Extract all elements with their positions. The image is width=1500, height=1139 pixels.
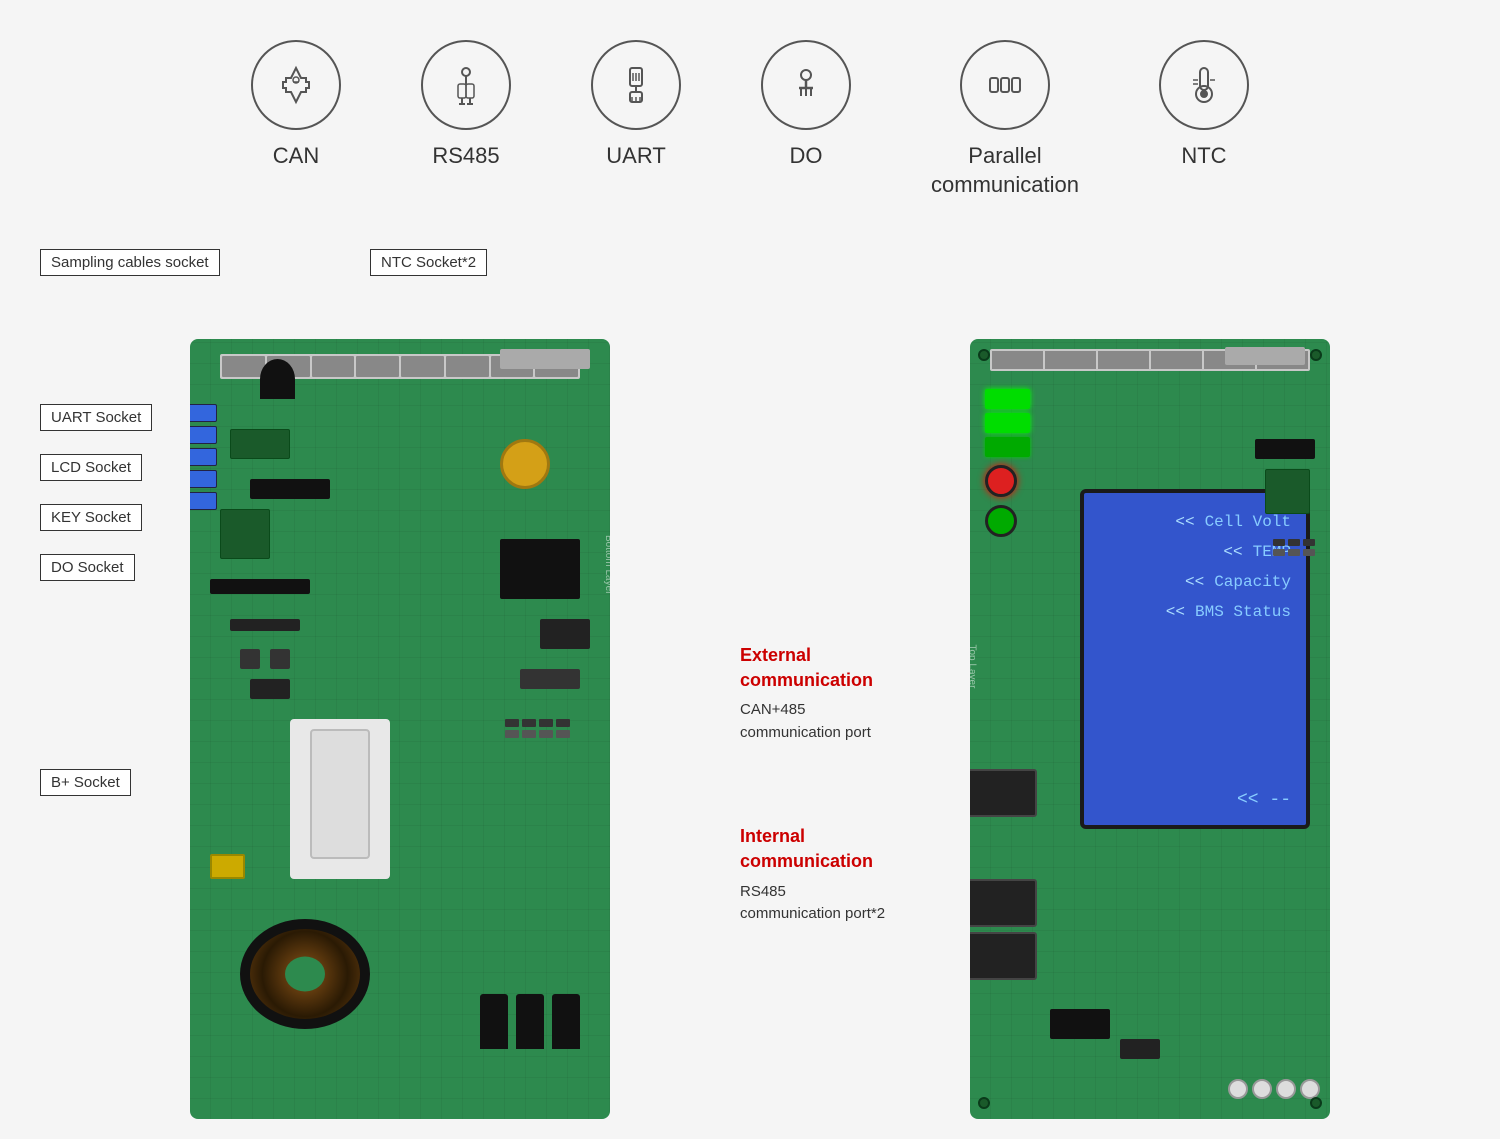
lcd-row-3: << Capacity: [1185, 573, 1291, 591]
sampling-label: Sampling cables socket: [40, 249, 220, 276]
pcb-bottom-caps: [480, 994, 580, 1049]
icon-rs485: RS485: [421, 40, 511, 171]
internal-comm-desc: RS485communication port*2: [740, 881, 940, 926]
internal-comm-label: Internalcommunication RS485communication…: [740, 824, 940, 925]
main-content: Sampling cables socket NTC Socket*2 UART…: [0, 229, 1500, 1139]
right-pcb-ic2: [1265, 469, 1310, 514]
right-pcb-small-comps: [1273, 539, 1315, 556]
ntc-socket-label: NTC Socket*2: [370, 249, 487, 276]
parallel-label: Parallelcommunication: [931, 142, 1079, 199]
can-icon-circle: [251, 40, 341, 130]
right-pcb-board: << Cell Volt << TEMP << Capacity << BMS …: [970, 339, 1330, 1119]
pcb-ic3: [220, 509, 270, 559]
led-green-circle: [985, 505, 1017, 537]
pcb-b-plus: [210, 854, 245, 879]
key-socket-label: KEY Socket: [40, 504, 142, 531]
uart-socket-label: UART Socket: [40, 404, 152, 431]
right-pcb-hole-br: [1310, 1097, 1322, 1109]
right-pcb-rotated-text: Top Layer: [970, 645, 978, 689]
pcb-rotated-text: Bottom Layer: [603, 535, 611, 594]
ntc-label: NTC: [1181, 142, 1226, 171]
do-label: DO: [790, 142, 823, 171]
icon-do: DO: [761, 40, 851, 171]
right-pcb-smd: [1050, 1009, 1110, 1039]
comm-labels: Externalcommunication CAN+485communicati…: [740, 249, 940, 1119]
pcb-left-section: Sampling cables socket NTC Socket*2 UART…: [40, 249, 680, 1119]
external-comm-label: Externalcommunication CAN+485communicati…: [740, 643, 940, 744]
lcd-row-4: << BMS Status: [1166, 603, 1291, 621]
do-icon: [781, 60, 831, 110]
pcb-ic1: [230, 429, 290, 459]
right-section: Externalcommunication CAN+485communicati…: [740, 249, 1460, 1119]
eth-port-1: [970, 769, 1037, 817]
pcb-yellow-cap: [500, 439, 550, 489]
pcb-coil: [240, 919, 370, 1029]
rs485-label: RS485: [432, 142, 499, 171]
pcb-ic2: [250, 479, 330, 499]
right-pcb-hole-tl: [978, 349, 990, 361]
rs485-icon-circle: [421, 40, 511, 130]
icons-row: CAN RS485: [0, 0, 1500, 229]
pcb-resistors: [210, 579, 310, 594]
icon-parallel: Parallelcommunication: [931, 40, 1079, 199]
right-pcb-ntc: [1225, 347, 1305, 365]
do-icon-circle: [761, 40, 851, 130]
icon-uart: UART: [591, 40, 681, 171]
icon-can: CAN: [251, 40, 341, 171]
left-pcb-board: Bottom Layer: [190, 339, 610, 1119]
parallel-icon-circle: [960, 40, 1050, 130]
right-pcb-ic1: [1255, 439, 1315, 459]
lcd-row-1: << Cell Volt: [1175, 513, 1291, 531]
led-indicators: [985, 389, 1030, 537]
ntc-icon: [1179, 60, 1229, 110]
pcb-ic4: [540, 619, 590, 649]
eth-port-3: [970, 932, 1037, 980]
external-comm-title: Externalcommunication: [740, 643, 940, 693]
pcb-right-section: << Cell Volt << TEMP << Capacity << BMS …: [970, 249, 1350, 1119]
parallel-icon: [980, 60, 1030, 110]
rs485-icon: [441, 60, 491, 110]
uart-icon: [611, 60, 661, 110]
led-red: [985, 465, 1017, 497]
pcb-ic5: [520, 669, 580, 689]
eth-ports-bottom: [970, 879, 1037, 980]
eth-ports-top: [970, 769, 1037, 817]
right-pcb-hole-bl: [978, 1097, 990, 1109]
eth-port-2: [970, 879, 1037, 927]
pcb-small-comps: [505, 719, 570, 738]
pcb-ntc-connector: [500, 349, 590, 369]
pcb-cylinder: [260, 359, 295, 399]
pcb-caps-row: [230, 619, 300, 631]
uart-label: UART: [606, 142, 666, 171]
lcd-bottom: << --: [1237, 790, 1291, 810]
b-plus-label: B+ Socket: [40, 769, 131, 796]
right-pcb-hole-tr: [1310, 349, 1322, 361]
pcb-white-block: [290, 719, 390, 879]
uart-icon-circle: [591, 40, 681, 130]
ntc-icon-circle: [1159, 40, 1249, 130]
pcb-comp2: [270, 649, 290, 669]
external-comm-desc: CAN+485communication port: [740, 699, 940, 744]
pcb-big-ic: [500, 539, 580, 599]
can-label: CAN: [273, 142, 319, 171]
do-socket-label: DO Socket: [40, 554, 135, 581]
right-pcb-smd2: [1120, 1039, 1160, 1059]
internal-comm-title: Internalcommunication: [740, 824, 940, 874]
icon-ntc: NTC: [1159, 40, 1249, 171]
lcd-socket-label: LCD Socket: [40, 454, 142, 481]
pcb-comp3: [250, 679, 290, 699]
pcb-comp1: [240, 649, 260, 669]
right-pcb-bottom-caps: [1228, 1079, 1320, 1099]
can-icon: [271, 60, 321, 110]
pcb-side-connectors: [190, 404, 217, 510]
